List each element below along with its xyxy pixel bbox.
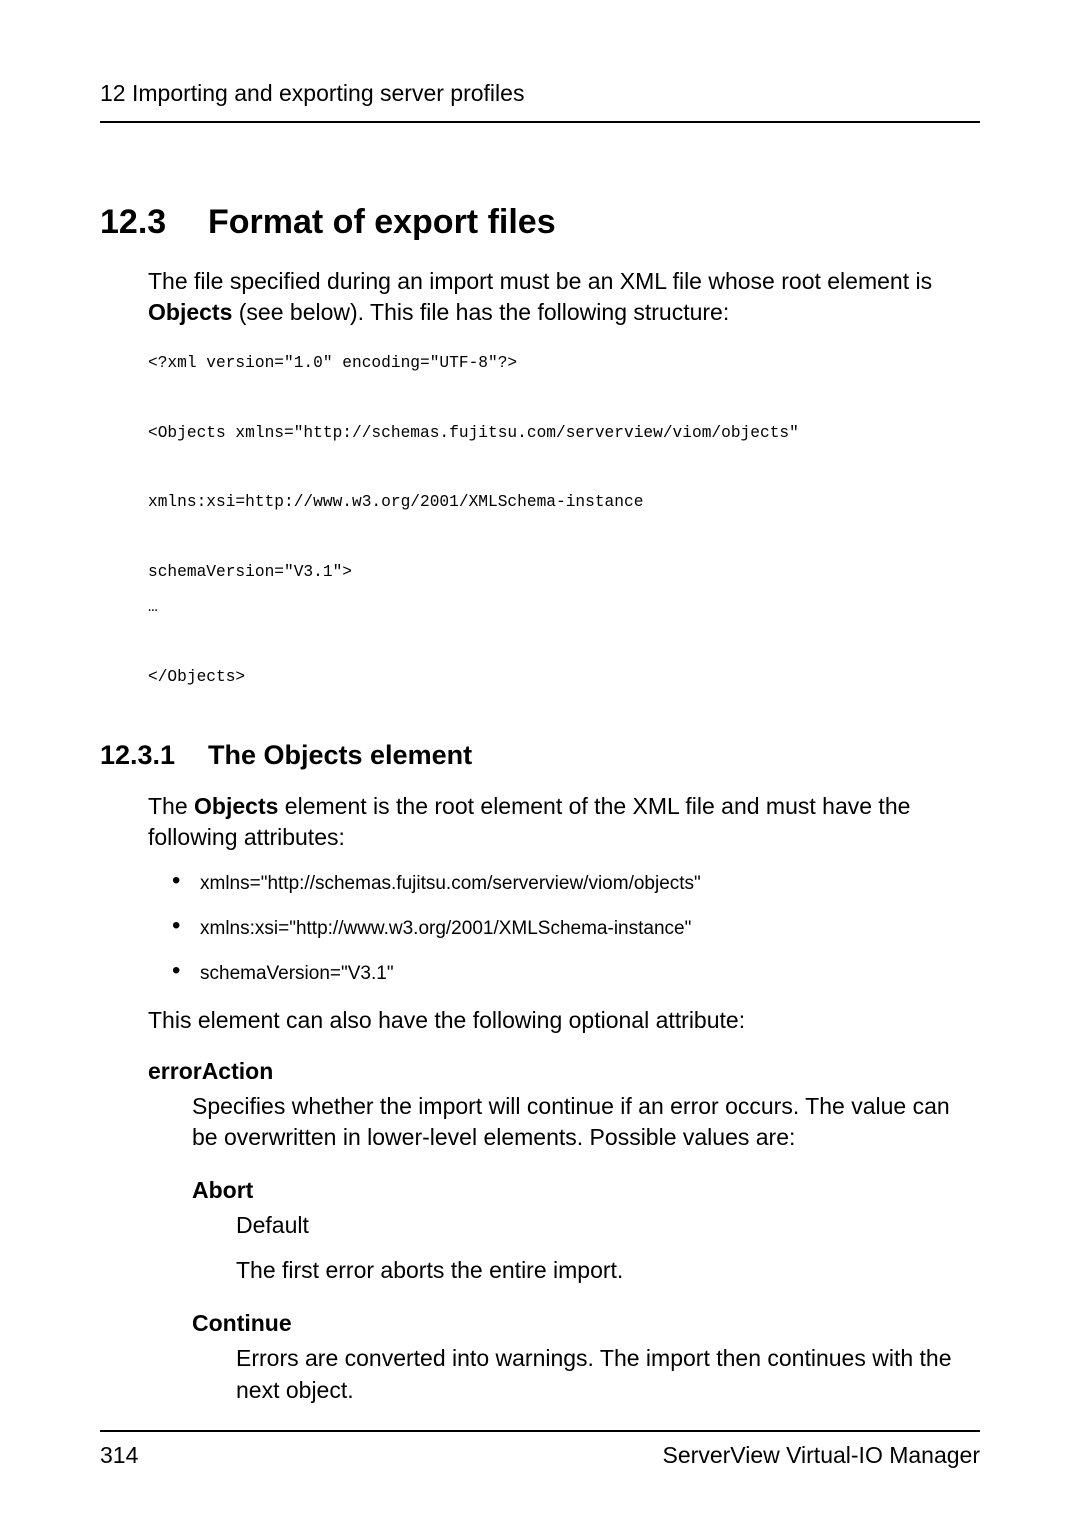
subsection-title: The Objects element: [208, 740, 472, 771]
subsection-body: The Objects element is the root element …: [148, 791, 980, 1405]
intro-pre: The file specified during an import must…: [148, 268, 932, 294]
abort-default: Default: [236, 1210, 980, 1241]
subsection-number: 12.3.1: [100, 740, 208, 771]
page-footer: 314 ServerView Virtual-IO Manager: [100, 1430, 980, 1469]
section-number: 12.3: [100, 203, 208, 242]
abort-desc: The first error aborts the entire import…: [236, 1255, 980, 1286]
optional-attr-intro: This element can also have the following…: [148, 1005, 980, 1036]
erroraction-term: errorAction: [148, 1058, 980, 1085]
page-number: 314: [100, 1442, 138, 1469]
running-header: 12 Importing and exporting server profil…: [100, 80, 980, 123]
abort-term: Abort: [192, 1177, 980, 1204]
section-body: The file specified during an import must…: [148, 266, 980, 694]
list-item: xmlns:xsi="http://www.w3.org/2001/XMLSch…: [172, 916, 980, 943]
subsection-intro: The Objects element is the root element …: [148, 791, 980, 853]
list-item: xmlns="http://schemas.fujitsu.com/server…: [172, 871, 980, 898]
section-intro: The file specified during an import must…: [148, 266, 980, 328]
section-heading: 12.3 Format of export files: [100, 203, 980, 242]
intro-post: (see below). This file has the following…: [232, 299, 729, 325]
intro-bold: Objects: [148, 299, 232, 325]
continue-desc: Errors are converted into warnings. The …: [236, 1343, 980, 1405]
attribute-list: xmlns="http://schemas.fujitsu.com/server…: [148, 871, 980, 987]
code-block: <?xml version="1.0" encoding="UTF-8"?> <…: [148, 346, 980, 694]
subsection-heading: 12.3.1 The Objects element: [100, 740, 980, 771]
sub-intro-bold: Objects: [194, 793, 278, 819]
list-item: schemaVersion="V3.1": [172, 961, 980, 988]
section-title: Format of export files: [208, 203, 556, 242]
page: 12 Importing and exporting server profil…: [0, 0, 1080, 1531]
sub-intro-pre: The: [148, 793, 194, 819]
erroraction-desc: Specifies whether the import will contin…: [192, 1091, 980, 1153]
continue-term: Continue: [192, 1310, 980, 1337]
product-name: ServerView Virtual-IO Manager: [663, 1442, 980, 1469]
